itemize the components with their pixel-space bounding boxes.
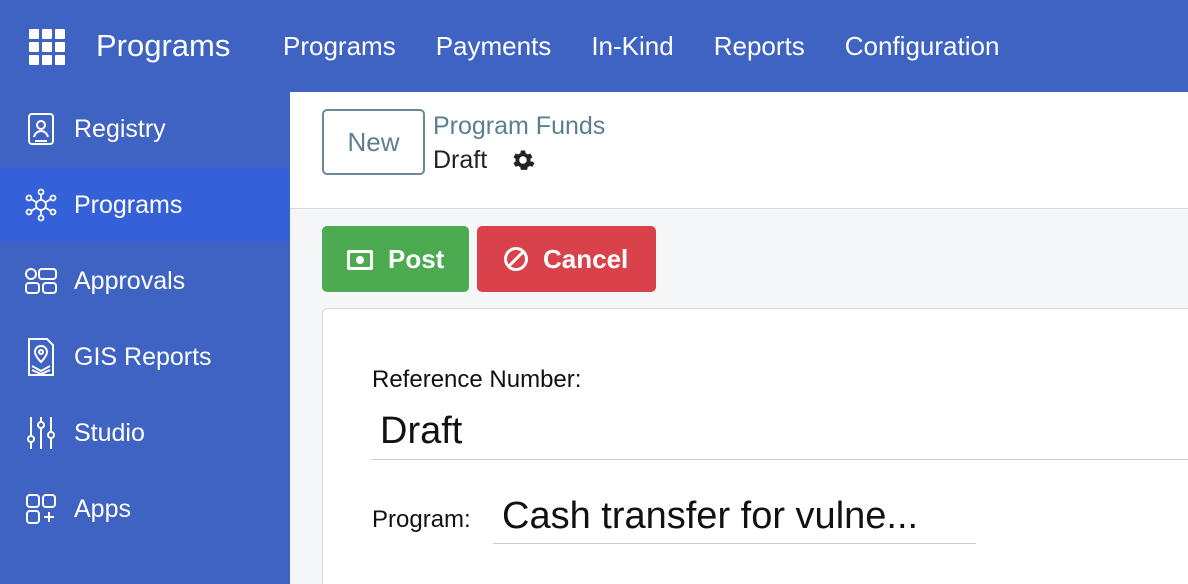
reference-number-value: Draft [380, 410, 463, 452]
map-pin-icon [24, 338, 58, 376]
sidebar-item-gis-reports[interactable]: GIS Reports [0, 320, 290, 394]
record-name: Draft [433, 146, 488, 174]
cancel-button[interactable]: Cancel [477, 226, 656, 292]
sidebar-item-label: Studio [74, 419, 145, 447]
sidebar-item-label: Approvals [74, 267, 186, 295]
registry-icon [24, 112, 58, 146]
apps-add-icon [24, 492, 58, 526]
post-button[interactable]: Post [322, 226, 469, 292]
ban-icon [503, 246, 529, 272]
post-label: Post [388, 244, 445, 274]
sidebar-item-apps[interactable]: Apps [0, 472, 290, 546]
breadcrumb-program-funds[interactable]: Program Funds [433, 110, 605, 142]
menu-programs[interactable]: Programs [283, 28, 396, 64]
cancel-label: Cancel [543, 244, 629, 274]
program-field[interactable]: Cash transfer for vulne... [493, 490, 976, 544]
sidebar-item-programs[interactable]: Programs [0, 168, 290, 242]
reference-number-field: Draft [372, 404, 1188, 460]
sidebar-item-registry[interactable]: Registry [0, 92, 290, 166]
grid-icon[interactable] [29, 29, 65, 65]
gear-icon[interactable] [511, 148, 535, 172]
sidebar-item-approvals[interactable]: Approvals [0, 244, 290, 318]
program-value: Cash transfer for vulne... [502, 495, 919, 537]
sidebar-item-label: Programs [74, 191, 183, 219]
sidebar: Registry Programs Approvals GIS Reports … [0, 92, 290, 584]
money-icon [346, 247, 374, 271]
sliders-icon [24, 416, 58, 450]
menu-in-kind[interactable]: In-Kind [591, 28, 673, 64]
approvals-icon [24, 264, 58, 298]
app-title[interactable]: Programs [96, 26, 230, 66]
menu-reports[interactable]: Reports [714, 28, 805, 64]
top-navbar: Programs Programs Payments In-Kind Repor… [0, 0, 1188, 92]
sidebar-item-studio[interactable]: Studio [0, 396, 290, 470]
sidebar-item-label: GIS Reports [74, 343, 212, 371]
menu-payments[interactable]: Payments [436, 28, 552, 64]
sidebar-item-label: Registry [74, 115, 166, 143]
new-button[interactable]: New [322, 109, 425, 175]
reference-number-label: Reference Number: [372, 366, 582, 393]
program-label: Program: [372, 506, 471, 533]
top-menu: Programs Payments In-Kind Reports Config… [283, 28, 1039, 64]
programs-icon [24, 188, 58, 222]
sidebar-item-label: Apps [74, 495, 131, 523]
menu-configuration[interactable]: Configuration [845, 28, 1000, 64]
control-panel: New Program Funds Draft [290, 92, 1188, 209]
